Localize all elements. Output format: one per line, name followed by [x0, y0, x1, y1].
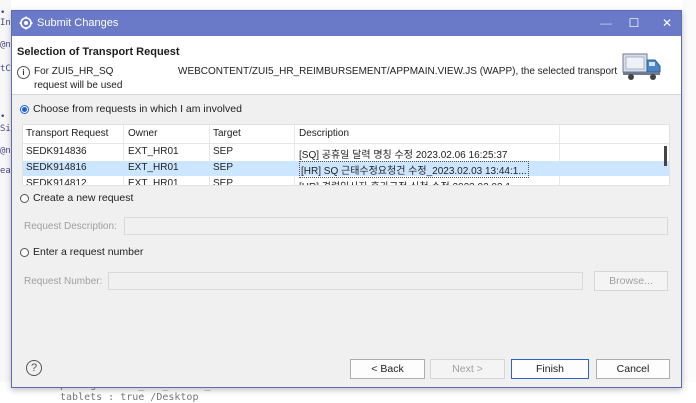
bg-fragment: Si	[0, 124, 11, 134]
create-request-radio[interactable]	[20, 194, 29, 203]
request-number-input[interactable]	[108, 272, 583, 290]
header-title: Selection of Transport Request	[17, 46, 180, 58]
info-icon: i	[17, 66, 30, 79]
browse-button[interactable]: Browse...	[594, 271, 668, 291]
table-row[interactable]: SEDK914836 EXT_HR01 SEP [SQ] 공휴일 달력 명칭 수…	[23, 145, 669, 161]
header-message-cont: request will be used	[34, 80, 123, 91]
cell-description: [HR] 경력입사자 휴가규정 신청 수정 2023.02.02 1	[299, 178, 511, 185]
request-description-label: Request Description:	[24, 221, 117, 232]
cell-request: SEDK914812	[26, 178, 87, 186]
cell-owner: EXT_HR01	[128, 162, 179, 173]
window-title: Submit Changes	[37, 17, 119, 29]
bg-fragment: •	[0, 8, 6, 18]
request-description-input[interactable]	[124, 217, 668, 235]
next-button[interactable]: Next >	[430, 359, 505, 379]
background-editor-right	[682, 0, 696, 400]
cell-request: SEDK914836	[26, 146, 87, 157]
request-number-label: Request Number:	[24, 276, 103, 287]
table-row-selected[interactable]: SEDK914816 EXT_HR01 SEP [HR] SQ 근태수정요청건 …	[23, 161, 669, 178]
cell-target: SEP	[213, 178, 234, 186]
column-header[interactable]: Description	[299, 128, 349, 139]
cell-owner: EXT_HR01	[128, 178, 179, 186]
header-message-path: WEBCONTENT/ZUI5_HR_REIMBURSEMENT/APPMAIN…	[178, 66, 618, 77]
table-scrollbar-thumb[interactable]	[664, 146, 667, 166]
submit-changes-dialog: Submit Changes — ☐ ✕ Selection of Transp…	[11, 10, 682, 388]
cancel-button[interactable]: Cancel	[596, 359, 670, 379]
maximize-button[interactable]: ☐	[624, 15, 644, 31]
minimize-button[interactable]: —	[596, 15, 616, 31]
cell-owner: EXT_HR01	[128, 146, 179, 157]
cell-description: [HR] SQ 근태수정요청건 수정_2023.02.03 13:44:1...	[299, 161, 529, 178]
column-header[interactable]: Transport Request	[26, 128, 108, 139]
table-header: Transport Request Owner Target Descripti…	[23, 125, 669, 144]
gear-icon	[19, 16, 33, 30]
header-message: For ZUI5_HR_SQ	[34, 66, 114, 77]
choose-involved-label[interactable]: Choose from requests in which I am invol…	[33, 103, 242, 115]
finish-button[interactable]: Finish	[511, 359, 589, 379]
bg-fragment: tC	[0, 64, 11, 74]
dialog-header: Selection of Transport Request i For ZUI…	[12, 36, 681, 95]
bg-fragment: •	[0, 112, 6, 122]
bg-fragment: ea	[0, 166, 11, 176]
enter-number-label[interactable]: Enter a request number	[33, 246, 143, 258]
enter-number-radio[interactable]	[20, 248, 29, 257]
create-request-label[interactable]: Create a new request	[33, 192, 133, 204]
help-icon[interactable]: ?	[26, 360, 42, 376]
cell-description: [SQ] 공휴일 달력 명칭 수정 2023.02.06 16:25:37	[299, 150, 508, 161]
choose-involved-radio[interactable]	[20, 105, 29, 114]
transport-request-table: Transport Request Owner Target Descripti…	[22, 124, 670, 186]
column-header[interactable]: Owner	[128, 128, 157, 139]
bg-fragment: @n	[0, 146, 11, 156]
bg-code-line: tablets : true /Desktop	[60, 392, 199, 403]
bg-fragment: @n	[0, 40, 11, 50]
column-header[interactable]: Target	[213, 128, 241, 139]
bg-fragment: In	[0, 18, 11, 28]
back-button[interactable]: < Back	[350, 359, 425, 379]
title-bar[interactable]: Submit Changes — ☐ ✕	[12, 11, 681, 36]
close-button[interactable]: ✕	[657, 15, 677, 31]
transport-truck-icon	[622, 53, 661, 80]
table-row[interactable]: SEDK914812 EXT_HR01 SEP [HR] 경력입사자 휴가규정 …	[23, 177, 669, 186]
cell-request: SEDK914816	[26, 162, 87, 173]
background-editor-left: • In @n tC • Si @n ea	[0, 0, 11, 400]
cell-target: SEP	[213, 146, 234, 157]
cell-target: SEP	[213, 162, 234, 173]
